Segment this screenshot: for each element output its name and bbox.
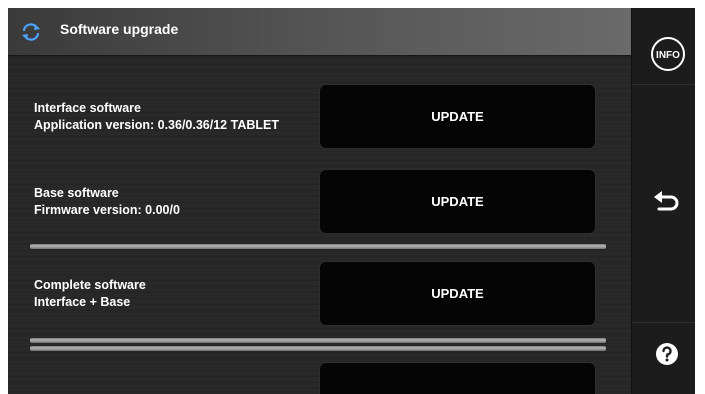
row-detail: Application version: 0.36/0.36/12 TABLET (34, 118, 279, 132)
info-label: INFO (656, 50, 680, 61)
back-arrow-icon (654, 191, 679, 211)
update-button-partial[interactable] (320, 363, 595, 394)
info-button[interactable]: INFO (650, 36, 686, 72)
sidebar-divider (632, 322, 695, 323)
app-screen: Software upgrade Interface software Appl… (8, 8, 695, 394)
separator (30, 244, 606, 249)
separator (30, 346, 606, 351)
sidebar-divider (632, 84, 695, 85)
interface-software-info: Interface software Application version: … (34, 100, 279, 134)
row-title: Complete software (34, 278, 146, 292)
sync-icon (20, 21, 42, 43)
update-complete-button[interactable]: UPDATE (320, 262, 595, 325)
separator (30, 338, 606, 343)
sidebar: INFO (631, 8, 695, 394)
row-detail: Interface + Base (34, 295, 131, 309)
complete-software-info: Complete software Interface + Base (34, 277, 146, 311)
row-title: Base software (34, 186, 119, 200)
base-software-info: Base software Firmware version: 0.00/0 (34, 185, 180, 219)
page-title: Software upgrade (60, 21, 179, 37)
update-base-button[interactable]: UPDATE (320, 170, 595, 233)
row-detail: Firmware version: 0.00/0 (34, 203, 180, 217)
main-panel: Software upgrade Interface software Appl… (8, 8, 631, 394)
update-interface-button[interactable]: UPDATE (320, 85, 595, 148)
header-bar: Software upgrade (8, 8, 631, 55)
info-icon: INFO (651, 37, 685, 71)
back-button[interactable] (652, 188, 682, 218)
row-title: Interface software (34, 101, 141, 115)
help-button[interactable] (655, 342, 679, 366)
help-icon (656, 343, 678, 365)
